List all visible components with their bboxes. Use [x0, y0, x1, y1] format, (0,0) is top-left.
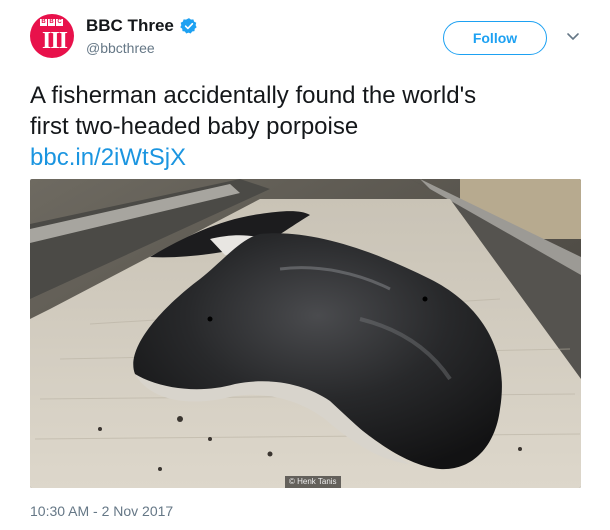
chevron-down-icon[interactable]	[566, 32, 580, 42]
user-handle[interactable]: @bbcthree	[86, 40, 155, 56]
tweet-link[interactable]: bbc.in/2iWtSjX	[30, 142, 590, 173]
tweet-text: A fisherman accidentally found the world…	[30, 80, 590, 173]
porpoise-photo	[30, 179, 581, 488]
tweet-text-line: A fisherman accidentally found the world…	[30, 82, 477, 109]
name-row: BBC Three	[86, 16, 198, 36]
tweet-text-line: first two-headed baby porpoise	[30, 113, 359, 140]
bbc-logo: BBC	[40, 19, 63, 26]
eye	[207, 316, 213, 322]
avatar-text: III	[42, 28, 68, 54]
display-name[interactable]: BBC Three	[86, 16, 174, 36]
follow-button[interactable]: Follow	[443, 21, 547, 55]
photo-credit: © Henk Tanis	[285, 476, 341, 488]
tweet-photo[interactable]	[30, 179, 581, 488]
avatar[interactable]: BBC III	[30, 14, 74, 58]
tweet-card: BBC III BBC Three @bbcthree Follow A fis…	[0, 0, 610, 530]
verified-badge-icon	[180, 18, 197, 34]
eye	[422, 296, 428, 302]
tweet-timestamp[interactable]: 10:30 AM - 2 Nov 2017	[30, 503, 173, 519]
